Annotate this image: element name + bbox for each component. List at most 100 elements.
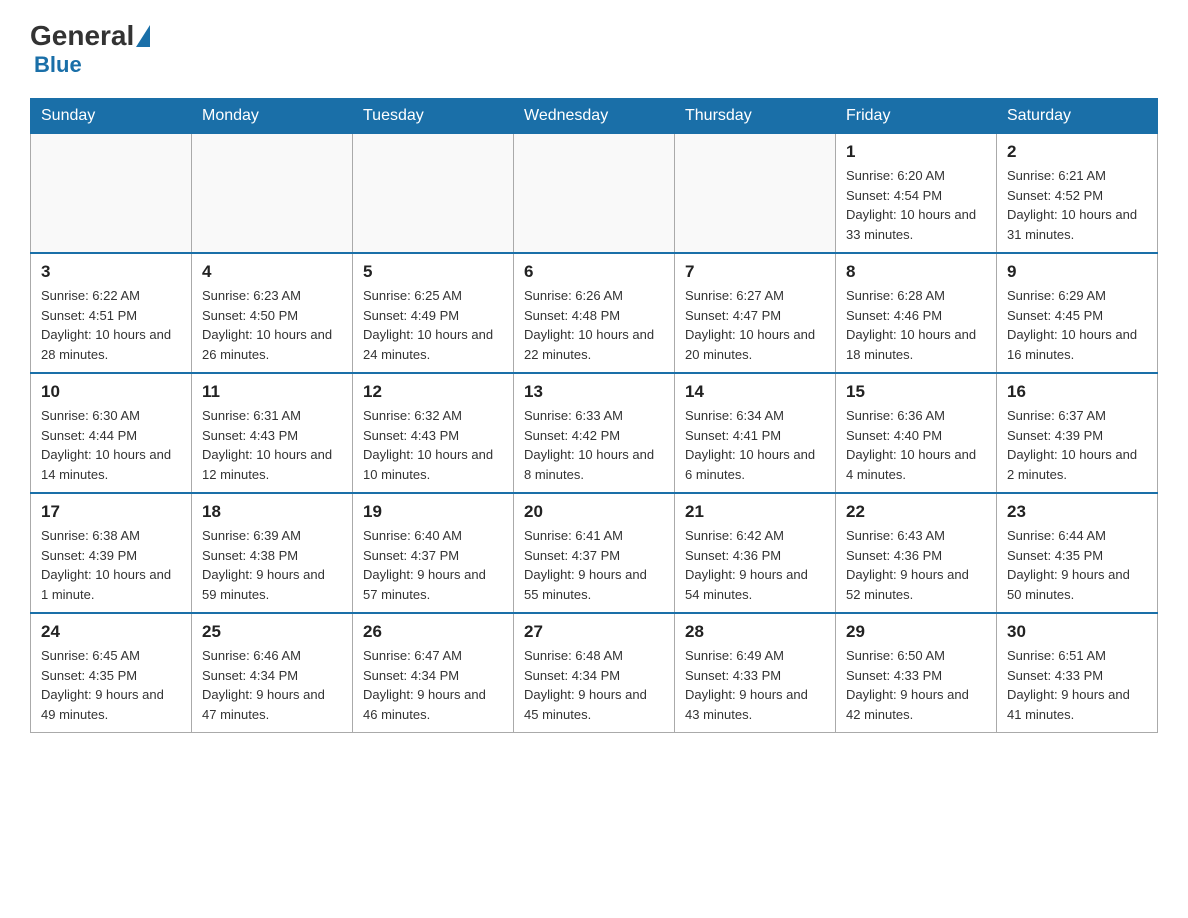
calendar-cell: 27 Sunrise: 6:48 AMSunset: 4:34 PMDayligh… bbox=[514, 613, 675, 733]
calendar-cell: 4 Sunrise: 6:23 AMSunset: 4:50 PMDaylight… bbox=[192, 253, 353, 373]
calendar-cell: 11 Sunrise: 6:31 AMSunset: 4:43 PMDayligh… bbox=[192, 373, 353, 493]
day-number: 16 bbox=[1007, 382, 1147, 402]
logo-blue-text: Blue bbox=[34, 52, 82, 77]
day-info: Sunrise: 6:23 AMSunset: 4:50 PMDaylight:… bbox=[202, 286, 342, 364]
calendar-cell: 22 Sunrise: 6:43 AMSunset: 4:36 PMDayligh… bbox=[836, 493, 997, 613]
day-info: Sunrise: 6:43 AMSunset: 4:36 PMDaylight:… bbox=[846, 526, 986, 604]
day-info: Sunrise: 6:31 AMSunset: 4:43 PMDaylight:… bbox=[202, 406, 342, 484]
day-info: Sunrise: 6:33 AMSunset: 4:42 PMDaylight:… bbox=[524, 406, 664, 484]
calendar-cell: 25Sunrise: 6:46 AMSunset: 4:34 PMDayligh… bbox=[192, 613, 353, 733]
day-info: Sunrise: 6:42 AMSunset: 4:36 PMDaylight:… bbox=[685, 526, 825, 604]
day-number: 21 bbox=[685, 502, 825, 522]
day-number: 1 bbox=[846, 142, 986, 162]
calendar-cell bbox=[192, 134, 353, 254]
day-number: 9 bbox=[1007, 262, 1147, 282]
calendar-cell: 17 Sunrise: 6:38 AMSunset: 4:39 PMDayligh… bbox=[31, 493, 192, 613]
calendar-cell: 26Sunrise: 6:47 AMSunset: 4:34 PMDayligh… bbox=[353, 613, 514, 733]
day-info: Sunrise: 6:39 AMSunset: 4:38 PMDaylight:… bbox=[202, 526, 342, 604]
calendar-cell: 24 Sunrise: 6:45 AMSunset: 4:35 PMDayligh… bbox=[31, 613, 192, 733]
day-number: 6 bbox=[524, 262, 664, 282]
day-number: 23 bbox=[1007, 502, 1147, 522]
calendar-cell: 12 Sunrise: 6:32 AMSunset: 4:43 PMDayligh… bbox=[353, 373, 514, 493]
calendar-cell: 29Sunrise: 6:50 AMSunset: 4:33 PMDayligh… bbox=[836, 613, 997, 733]
day-number: 24 bbox=[41, 622, 181, 642]
calendar-cell: 8 Sunrise: 6:28 AMSunset: 4:46 PMDaylight… bbox=[836, 253, 997, 373]
calendar-week-row: 10Sunrise: 6:30 AMSunset: 4:44 PMDayligh… bbox=[31, 373, 1158, 493]
day-number: 4 bbox=[202, 262, 342, 282]
day-info: Sunrise: 6:34 AMSunset: 4:41 PMDaylight:… bbox=[685, 406, 825, 484]
calendar-cell: 9 Sunrise: 6:29 AMSunset: 4:45 PMDaylight… bbox=[997, 253, 1158, 373]
day-info: Sunrise: 6:51 AMSunset: 4:33 PMDaylight:… bbox=[1007, 646, 1147, 724]
calendar-cell: 10Sunrise: 6:30 AMSunset: 4:44 PMDayligh… bbox=[31, 373, 192, 493]
day-info: Sunrise: 6:48 AMSunset: 4:34 PMDaylight:… bbox=[524, 646, 664, 724]
day-number: 7 bbox=[685, 262, 825, 282]
page-header: General Blue bbox=[30, 20, 1158, 78]
day-number: 17 bbox=[41, 502, 181, 522]
day-info: Sunrise: 6:37 AMSunset: 4:39 PMDaylight:… bbox=[1007, 406, 1147, 484]
calendar-cell: 6Sunrise: 6:26 AMSunset: 4:48 PMDaylight… bbox=[514, 253, 675, 373]
column-header-friday: Friday bbox=[836, 99, 997, 134]
calendar-cell: 13 Sunrise: 6:33 AMSunset: 4:42 PMDayligh… bbox=[514, 373, 675, 493]
day-number: 11 bbox=[202, 382, 342, 402]
calendar-week-row: 24 Sunrise: 6:45 AMSunset: 4:35 PMDayligh… bbox=[31, 613, 1158, 733]
day-info: Sunrise: 6:46 AMSunset: 4:34 PMDaylight:… bbox=[202, 646, 342, 724]
calendar-cell: 30 Sunrise: 6:51 AMSunset: 4:33 PMDayligh… bbox=[997, 613, 1158, 733]
day-info: Sunrise: 6:36 AMSunset: 4:40 PMDaylight:… bbox=[846, 406, 986, 484]
calendar-cell: 15 Sunrise: 6:36 AMSunset: 4:40 PMDayligh… bbox=[836, 373, 997, 493]
logo-triangle-icon bbox=[136, 25, 150, 47]
day-number: 20 bbox=[524, 502, 664, 522]
day-number: 13 bbox=[524, 382, 664, 402]
day-info: Sunrise: 6:45 AMSunset: 4:35 PMDaylight:… bbox=[41, 646, 181, 724]
day-info: Sunrise: 6:47 AMSunset: 4:34 PMDaylight:… bbox=[363, 646, 503, 724]
logo: General Blue bbox=[30, 20, 152, 78]
day-number: 27 bbox=[524, 622, 664, 642]
day-number: 15 bbox=[846, 382, 986, 402]
day-info: Sunrise: 6:22 AMSunset: 4:51 PMDaylight:… bbox=[41, 286, 181, 364]
column-header-thursday: Thursday bbox=[675, 99, 836, 134]
day-info: Sunrise: 6:41 AMSunset: 4:37 PMDaylight:… bbox=[524, 526, 664, 604]
calendar-cell: 7 Sunrise: 6:27 AMSunset: 4:47 PMDaylight… bbox=[675, 253, 836, 373]
calendar-cell bbox=[31, 134, 192, 254]
day-info: Sunrise: 6:40 AMSunset: 4:37 PMDaylight:… bbox=[363, 526, 503, 604]
calendar-table: SundayMondayTuesdayWednesdayThursdayFrid… bbox=[30, 98, 1158, 733]
calendar-cell: 19 Sunrise: 6:40 AMSunset: 4:37 PMDayligh… bbox=[353, 493, 514, 613]
calendar-cell: 18Sunrise: 6:39 AMSunset: 4:38 PMDayligh… bbox=[192, 493, 353, 613]
day-info: Sunrise: 6:28 AMSunset: 4:46 PMDaylight:… bbox=[846, 286, 986, 364]
calendar-header-row: SundayMondayTuesdayWednesdayThursdayFrid… bbox=[31, 99, 1158, 134]
day-info: Sunrise: 6:44 AMSunset: 4:35 PMDaylight:… bbox=[1007, 526, 1147, 604]
calendar-cell: 1 Sunrise: 6:20 AMSunset: 4:54 PMDaylight… bbox=[836, 134, 997, 254]
day-number: 28 bbox=[685, 622, 825, 642]
day-number: 2 bbox=[1007, 142, 1147, 162]
day-number: 8 bbox=[846, 262, 986, 282]
column-header-monday: Monday bbox=[192, 99, 353, 134]
calendar-cell: 2 Sunrise: 6:21 AMSunset: 4:52 PMDaylight… bbox=[997, 134, 1158, 254]
day-info: Sunrise: 6:32 AMSunset: 4:43 PMDaylight:… bbox=[363, 406, 503, 484]
day-number: 10 bbox=[41, 382, 181, 402]
day-info: Sunrise: 6:50 AMSunset: 4:33 PMDaylight:… bbox=[846, 646, 986, 724]
calendar-cell: 23 Sunrise: 6:44 AMSunset: 4:35 PMDayligh… bbox=[997, 493, 1158, 613]
column-header-sunday: Sunday bbox=[31, 99, 192, 134]
calendar-cell: 21 Sunrise: 6:42 AMSunset: 4:36 PMDayligh… bbox=[675, 493, 836, 613]
day-number: 12 bbox=[363, 382, 503, 402]
calendar-week-row: 3 Sunrise: 6:22 AMSunset: 4:51 PMDaylight… bbox=[31, 253, 1158, 373]
day-info: Sunrise: 6:20 AMSunset: 4:54 PMDaylight:… bbox=[846, 166, 986, 244]
calendar-cell bbox=[514, 134, 675, 254]
day-number: 5 bbox=[363, 262, 503, 282]
calendar-cell: 3 Sunrise: 6:22 AMSunset: 4:51 PMDaylight… bbox=[31, 253, 192, 373]
day-info: Sunrise: 6:29 AMSunset: 4:45 PMDaylight:… bbox=[1007, 286, 1147, 364]
calendar-cell bbox=[675, 134, 836, 254]
day-info: Sunrise: 6:38 AMSunset: 4:39 PMDaylight:… bbox=[41, 526, 181, 604]
calendar-cell: 5Sunrise: 6:25 AMSunset: 4:49 PMDaylight… bbox=[353, 253, 514, 373]
column-header-tuesday: Tuesday bbox=[353, 99, 514, 134]
calendar-cell bbox=[353, 134, 514, 254]
calendar-cell: 14 Sunrise: 6:34 AMSunset: 4:41 PMDayligh… bbox=[675, 373, 836, 493]
day-number: 3 bbox=[41, 262, 181, 282]
day-number: 22 bbox=[846, 502, 986, 522]
column-header-wednesday: Wednesday bbox=[514, 99, 675, 134]
calendar-cell: 20 Sunrise: 6:41 AMSunset: 4:37 PMDayligh… bbox=[514, 493, 675, 613]
day-number: 14 bbox=[685, 382, 825, 402]
day-number: 30 bbox=[1007, 622, 1147, 642]
day-number: 19 bbox=[363, 502, 503, 522]
day-info: Sunrise: 6:21 AMSunset: 4:52 PMDaylight:… bbox=[1007, 166, 1147, 244]
day-info: Sunrise: 6:27 AMSunset: 4:47 PMDaylight:… bbox=[685, 286, 825, 364]
